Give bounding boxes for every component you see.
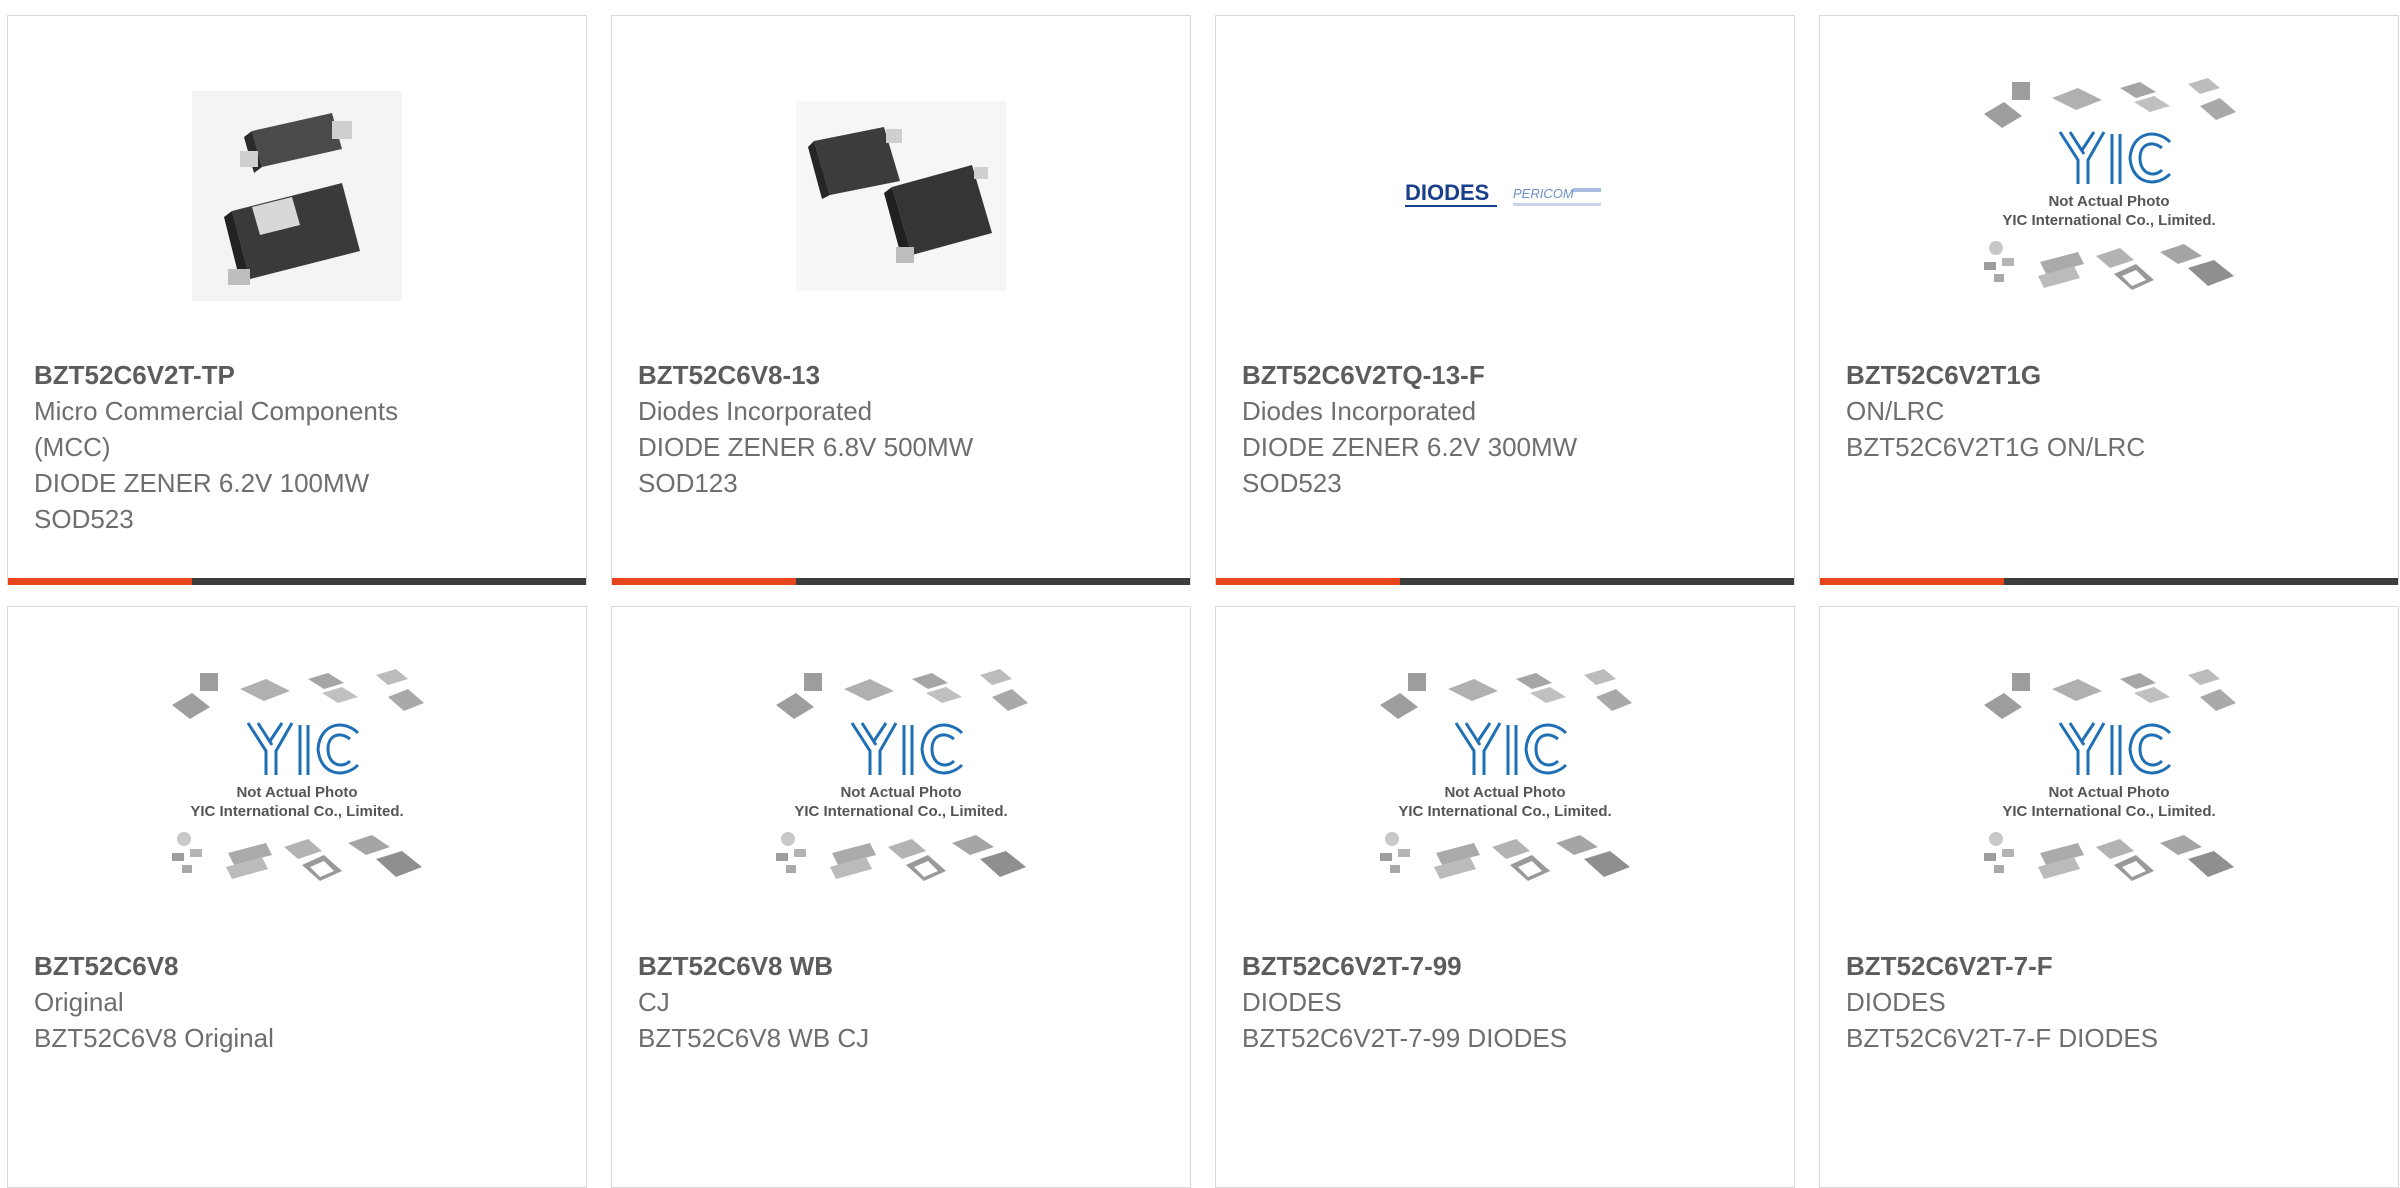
manufacturer: DIODES	[1242, 987, 1342, 1017]
product-card[interactable]: Not Actual Photo YIC International Co., …	[7, 606, 587, 1188]
part-number[interactable]: BZT52C6V2T-TP	[34, 357, 560, 393]
product-image[interactable]	[612, 76, 1190, 316]
svg-text:Not Actual Photo: Not Actual Photo	[2048, 784, 2169, 801]
product-card[interactable]: Not Actual Photo YIC International Co., …	[611, 606, 1191, 1188]
product-image[interactable]: Not Actual Photo YIC International Co., …	[612, 667, 1190, 907]
product-image[interactable]: Not Actual Photo YIC International Co., …	[1820, 76, 2398, 316]
description: DIODE ZENER 6.8V 500MW SOD123	[638, 432, 974, 498]
description: BZT52C6V8 WB CJ	[638, 1023, 870, 1053]
svg-text:Not Actual Photo: Not Actual Photo	[236, 784, 357, 801]
description: BZT52C6V2T1G ON/LRC	[1846, 432, 2146, 462]
yic-placeholder-icon: Not Actual Photo YIC International Co., …	[1380, 669, 1632, 881]
card-bottom-bar	[1820, 578, 2398, 585]
card-accent-bar	[612, 578, 796, 585]
svg-text:YIC International Co., Limited: YIC International Co., Limited.	[190, 803, 403, 820]
product-image[interactable]: Not Actual Photo YIC International Co., …	[1216, 667, 1794, 907]
product-card[interactable]: DIODES PERICOM BZT52C6V2TQ-13-F Diodes I…	[1215, 15, 1795, 585]
product-card[interactable]: BZT52C6V2T-TP Micro Commercial Component…	[7, 15, 587, 585]
description: BZT52C6V2T-7-F DIODES	[1846, 1023, 2159, 1053]
manufacturer: CJ	[638, 987, 670, 1017]
description: DIODE ZENER 6.2V 100MW SOD523	[34, 468, 370, 534]
description: BZT52C6V8 Original	[34, 1023, 274, 1053]
part-number[interactable]: BZT52C6V2T1G	[1846, 357, 2372, 393]
yic-placeholder-icon: Not Actual Photo YIC International Co., …	[172, 669, 424, 881]
product-image[interactable]: DIODES PERICOM	[1216, 76, 1794, 316]
card-bottom-bar	[612, 578, 1190, 585]
manufacturer: DIODES	[1846, 987, 1946, 1017]
sod123-package-icon	[796, 101, 1006, 291]
card-bottom-bar	[8, 578, 586, 585]
svg-text:Not Actual Photo: Not Actual Photo	[1444, 784, 1565, 801]
svg-text:Not Actual Photo: Not Actual Photo	[840, 784, 961, 801]
manufacturer: Diodes Incorporated	[638, 396, 873, 426]
card-bottom-bar	[1216, 578, 1794, 585]
card-accent-bar	[1216, 578, 1400, 585]
manufacturer: ON/LRC	[1846, 396, 1945, 426]
svg-text:YIC International Co., Limited: YIC International Co., Limited.	[2002, 212, 2215, 229]
part-number[interactable]: BZT52C6V8	[34, 948, 560, 984]
sod523-package-icon	[192, 91, 402, 301]
product-card[interactable]: BZT52C6V8-13 Diodes Incorporated DIODE Z…	[611, 15, 1191, 585]
manufacturer: Diodes Incorporated	[1242, 396, 1477, 426]
part-number[interactable]: BZT52C6V2TQ-13-F	[1242, 357, 1768, 393]
product-image[interactable]: Not Actual Photo YIC International Co., …	[8, 667, 586, 907]
yic-placeholder-icon: Not Actual Photo YIC International Co., …	[776, 669, 1028, 881]
svg-text:YIC International Co., Limited: YIC International Co., Limited.	[1398, 803, 1611, 820]
product-card[interactable]: Not Actual Photo YIC International Co., …	[1819, 15, 2399, 585]
product-image[interactable]: Not Actual Photo YIC International Co., …	[1820, 667, 2398, 907]
yic-placeholder-icon: Not Actual Photo YIC International Co., …	[1984, 78, 2236, 290]
part-number[interactable]: BZT52C6V2T-7-99	[1242, 948, 1768, 984]
svg-text:PERICOM: PERICOM	[1513, 186, 1574, 201]
diodes-pericom-logo-icon: DIODES PERICOM	[1405, 180, 1601, 207]
part-number[interactable]: BZT52C6V2T-7-F	[1846, 948, 2372, 984]
product-image[interactable]	[8, 76, 586, 316]
card-accent-bar	[1820, 578, 2004, 585]
description: BZT52C6V2T-7-99 DIODES	[1242, 1023, 1568, 1053]
svg-text:Not Actual Photo: Not Actual Photo	[2048, 193, 2169, 210]
part-number[interactable]: BZT52C6V8 WB	[638, 948, 1164, 984]
card-accent-bar	[8, 578, 192, 585]
product-grid: BZT52C6V2T-TP Micro Commercial Component…	[7, 15, 2399, 1188]
yic-placeholder-icon: Not Actual Photo YIC International Co., …	[1984, 669, 2236, 881]
product-card[interactable]: Not Actual Photo YIC International Co., …	[1819, 606, 2399, 1188]
part-number[interactable]: BZT52C6V8-13	[638, 357, 1164, 393]
manufacturer: Micro Commercial Components (MCC)	[34, 396, 399, 462]
product-card[interactable]: Not Actual Photo YIC International Co., …	[1215, 606, 1795, 1188]
svg-text:YIC International Co., Limited: YIC International Co., Limited.	[2002, 803, 2215, 820]
svg-text:YIC International Co., Limited: YIC International Co., Limited.	[794, 803, 1007, 820]
svg-text:DIODES: DIODES	[1405, 180, 1489, 205]
description: DIODE ZENER 6.2V 300MW SOD523	[1242, 432, 1578, 498]
manufacturer: Original	[34, 987, 124, 1017]
